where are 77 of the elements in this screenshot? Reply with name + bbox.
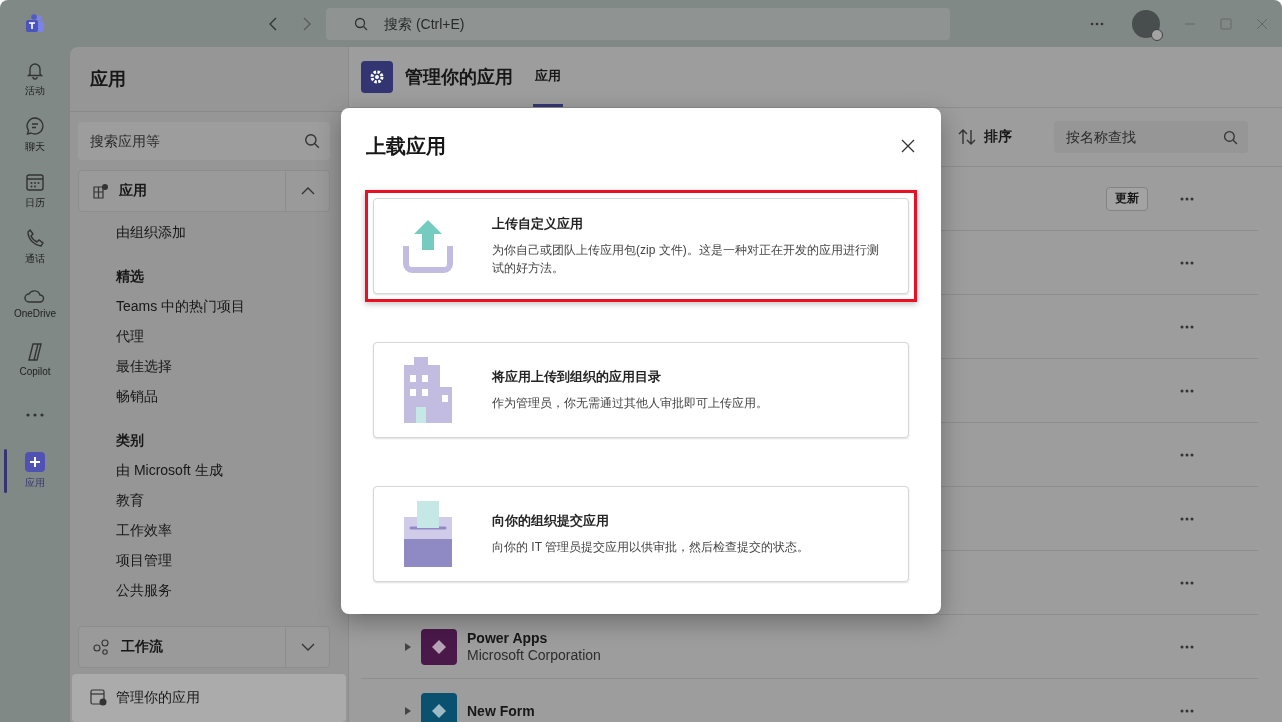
- chevron-down-icon: [300, 643, 315, 651]
- search-icon: [354, 16, 368, 31]
- rail-item[interactable]: 聊天: [0, 107, 70, 163]
- manage-apps-link[interactable]: 管理你的应用: [72, 674, 346, 722]
- option-description: 作为管理员，你无需通过其他人审批即可上传应用。: [492, 395, 768, 412]
- chevron-right-icon: [302, 16, 312, 31]
- sidebar-item[interactable]: 工作效率: [116, 516, 348, 546]
- search-icon: [304, 133, 320, 149]
- rail-item[interactable]: Copilot: [0, 331, 70, 387]
- app-grid-icon: [93, 183, 109, 199]
- close-icon: [901, 139, 915, 153]
- more-icon: [1180, 452, 1194, 457]
- sidebar-item[interactable]: 项目管理: [116, 546, 348, 576]
- sidebar-item[interactable]: 公共服务: [116, 576, 348, 606]
- apps-plus-icon: [25, 452, 45, 472]
- sidebar-item[interactable]: 由组织添加: [116, 218, 348, 248]
- search-field[interactable]: 搜索 (Ctrl+E): [326, 7, 950, 40]
- category-heading: 精选: [116, 267, 145, 286]
- option-title: 向你的组织提交应用: [492, 512, 610, 530]
- sidebar-item[interactable]: Teams 中的热门项目: [116, 292, 348, 322]
- rail-item[interactable]: OneDrive: [0, 275, 70, 331]
- more-icon: [1180, 260, 1194, 265]
- phone-icon: [25, 228, 45, 248]
- sidebar-title: 应用: [70, 47, 348, 112]
- upload-option-card[interactable]: 将应用上传到组织的应用目录 作为管理员，你无需通过其他人审批即可上传应用。: [373, 342, 909, 438]
- sidebar-item[interactable]: 代理: [116, 322, 348, 352]
- dialog-title: 上载应用: [366, 133, 446, 159]
- workflow-icon: [93, 639, 111, 655]
- more-icon: [1180, 580, 1194, 585]
- sort-button[interactable]: 排序: [952, 127, 1018, 147]
- page-title: 管理你的应用: [405, 66, 513, 89]
- inbox-tray-icon: [402, 501, 454, 567]
- building-icon: [402, 357, 454, 423]
- settings-icon: [361, 61, 393, 93]
- app-publisher: Microsoft Corporation: [467, 647, 601, 663]
- avatar[interactable]: [1132, 9, 1160, 38]
- chat-icon: [25, 116, 45, 136]
- chevron-left-icon: [268, 16, 278, 31]
- more-icon: [1180, 644, 1194, 649]
- teams-logo-icon[interactable]: [25, 13, 45, 34]
- more-icon: [1180, 196, 1194, 201]
- more-icon: [1180, 516, 1194, 521]
- option-title: 上传自定义应用: [492, 215, 584, 233]
- sidebar-item[interactable]: 由 Microsoft 生成: [116, 456, 348, 486]
- rail-item[interactable]: 通话: [0, 219, 70, 275]
- option-title: 将应用上传到组织的应用目录: [492, 368, 662, 386]
- calendar-icon: [25, 172, 45, 192]
- sidebar-item[interactable]: 教育: [116, 486, 348, 516]
- copilot-icon: [25, 341, 45, 362]
- sort-arrows-icon: [958, 129, 976, 145]
- search-field[interactable]: 搜索应用等: [78, 122, 330, 160]
- sidebar-item[interactable]: 畅销品: [116, 382, 348, 412]
- app-name: Power Apps: [467, 630, 549, 646]
- rail-item[interactable]: 日历: [0, 163, 70, 219]
- expand-caret-icon[interactable]: [405, 706, 411, 715]
- chevron-up-icon: [300, 187, 315, 195]
- rail-item[interactable]: 活动: [0, 51, 70, 107]
- cloud-icon: [24, 287, 46, 304]
- rail-item[interactable]: 应用: [0, 443, 70, 499]
- more-icon: [1180, 324, 1194, 329]
- more-icon: [1090, 21, 1104, 26]
- more-icon: [1180, 708, 1194, 713]
- filter-field[interactable]: 按名称查找: [1054, 121, 1248, 153]
- upload-option-card[interactable]: 上传自定义应用 为你自己或团队上传应用包(zip 文件)。这是一种对正在开发的应用进行测试的好方法。: [373, 198, 909, 294]
- more-icon: [1180, 388, 1194, 393]
- app-gear-icon: [90, 689, 108, 707]
- more-icon[interactable]: [26, 413, 44, 417]
- app-name: New Form: [467, 702, 535, 719]
- search-icon: [1223, 130, 1238, 145]
- option-description: 为你自己或团队上传应用包(zip 文件)。这是一种对正在开发的应用进行测试的好方法。: [492, 242, 880, 277]
- upload-option-card[interactable]: 向你的组织提交应用 向你的 IT 管理员提交应用以供审批，然后检查提交的状态。: [373, 486, 909, 582]
- sidebar-item[interactable]: 最佳选择: [116, 352, 348, 382]
- expand-caret-icon[interactable]: [405, 642, 411, 651]
- update-button[interactable]: 更新: [1106, 186, 1148, 211]
- bell-icon: [25, 60, 45, 80]
- category-heading: 类别: [116, 431, 145, 450]
- option-description: 向你的 IT 管理员提交应用以供审批，然后检查提交的状态。: [492, 539, 810, 556]
